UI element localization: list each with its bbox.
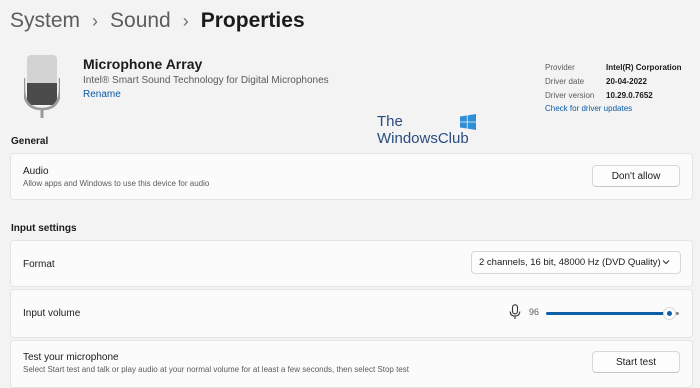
format-dropdown[interactable]: 2 channels, 16 bit, 48000 Hz (DVD Qualit…: [471, 251, 681, 274]
driver-version-label: Driver version: [545, 90, 595, 100]
microphone-device-icon: [24, 55, 60, 118]
driver-date-row: Driver date 20-04-2022: [545, 74, 695, 88]
input-settings-section-title: Input settings: [11, 223, 77, 234]
windows-logo-icon: [460, 114, 476, 130]
format-card: Format 2 channels, 16 bit, 48000 Hz (DVD…: [10, 240, 693, 287]
device-description: Intel® Smart Sound Technology for Digita…: [83, 75, 329, 86]
watermark-line-2: WindowsClub: [377, 130, 469, 147]
driver-info: Provider Intel(R) Corporation Driver dat…: [545, 60, 695, 116]
breadcrumb-chevron-icon: ›: [92, 10, 99, 31]
watermark-line-1: The: [377, 113, 403, 130]
input-volume-card: Input volume 96: [10, 289, 693, 338]
rename-link[interactable]: Rename: [83, 89, 121, 100]
driver-version-value: 10.29.0.7652: [606, 90, 653, 100]
check-driver-updates-link[interactable]: Check for driver updates: [545, 102, 695, 116]
dont-allow-button[interactable]: Don't allow: [592, 165, 680, 187]
device-name: Microphone Array: [83, 56, 203, 72]
breadcrumb-system[interactable]: System: [10, 9, 80, 33]
test-microphone-subtitle: Select Start test and talk or play audio…: [23, 365, 409, 374]
breadcrumb-sound[interactable]: Sound: [110, 9, 171, 33]
input-volume-label: Input volume: [23, 308, 81, 319]
chevron-down-icon: [662, 260, 670, 265]
page-title: Properties: [200, 9, 305, 32]
format-label: Format: [23, 259, 55, 270]
test-microphone-title: Test your microphone: [23, 352, 119, 363]
provider-value: Intel(R) Corporation: [606, 62, 682, 72]
driver-date-value: 20-04-2022: [606, 76, 647, 86]
start-test-button[interactable]: Start test: [592, 351, 680, 373]
provider-row: Provider Intel(R) Corporation: [545, 60, 695, 74]
driver-date-label: Driver date: [545, 76, 585, 86]
input-volume-value: 96: [529, 307, 540, 317]
format-value: 2 channels, 16 bit, 48000 Hz (DVD Qualit…: [479, 257, 661, 268]
watermark-logo: The WindowsClub: [377, 113, 477, 153]
breadcrumb: System › Sound › Properties: [10, 6, 305, 36]
provider-label: Provider: [545, 62, 575, 72]
microphone-icon: [509, 304, 521, 319]
breadcrumb-chevron-icon: ›: [182, 10, 189, 31]
audio-card: Audio Allow apps and Windows to use this…: [10, 153, 693, 200]
test-microphone-card: Test your microphone Select Start test a…: [10, 340, 693, 388]
device-header: Microphone Array Intel® Smart Sound Tech…: [20, 54, 540, 118]
audio-title: Audio: [23, 166, 49, 177]
driver-version-row: Driver version 10.29.0.7652: [545, 88, 695, 102]
input-volume-slider[interactable]: [546, 312, 670, 315]
input-volume-slider-thumb[interactable]: [663, 307, 676, 320]
audio-subtitle: Allow apps and Windows to use this devic…: [23, 179, 210, 188]
general-section-title: General: [11, 136, 49, 147]
